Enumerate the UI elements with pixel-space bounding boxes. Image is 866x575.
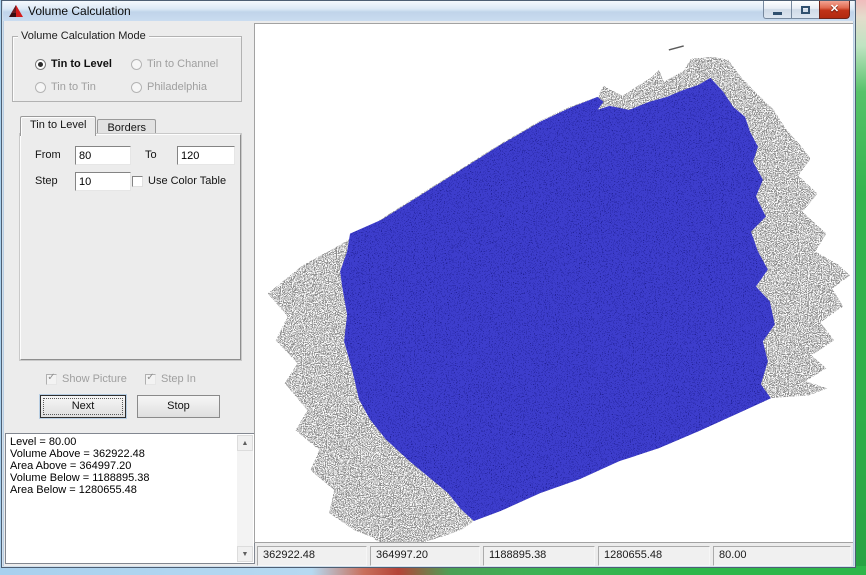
radio-philadelphia[interactable]: Philadelphia — [131, 81, 207, 93]
checkbox-icon: ✓ — [132, 175, 143, 187]
to-label: To — [145, 149, 157, 161]
radio-icon — [131, 58, 142, 70]
radio-label: Tin to Tin — [51, 81, 96, 93]
checkbox-icon: ✓ — [46, 372, 57, 385]
group-label: Volume Calculation Mode — [18, 30, 149, 42]
status-panel: 364997.20 — [370, 546, 480, 566]
client-area: Volume Calculation Mode Tin to Level Tin … — [4, 21, 853, 566]
status-bar: 362922.48 364997.20 1188895.38 1280655.48 80… — [255, 545, 853, 566]
result-line: Volume Below = 1188895.38 — [10, 472, 150, 484]
show-picture-label: Show Picture — [62, 373, 127, 385]
results-listbox[interactable]: Level = 80.00 Volume Above = 362922.48 Are… — [5, 433, 255, 564]
tab-strip: Tin to Level Borders — [20, 116, 157, 136]
results-lines: Level = 80.00 Volume Above = 362922.48 Are… — [6, 434, 237, 563]
next-button[interactable]: Next — [40, 395, 126, 418]
desktop-wallpaper-right — [856, 0, 866, 575]
volume-calculation-window: Volume Calculation ✕ Volume Calculation … — [1, 0, 856, 568]
result-line: Area Above = 364997.20 — [10, 460, 132, 472]
result-line: Area Below = 1280655.48 — [10, 484, 137, 496]
radio-tin-to-level[interactable]: Tin to Level — [35, 58, 112, 70]
to-input[interactable] — [177, 146, 235, 165]
status-panel: 1188895.38 — [483, 546, 595, 566]
step-label: Step — [35, 175, 58, 187]
status-panel: 1280655.48 — [598, 546, 710, 566]
status-panel: 362922.48 — [257, 546, 367, 566]
radio-tin-to-channel[interactable]: Tin to Channel — [131, 58, 218, 70]
scroll-down-icon[interactable]: ▼ — [237, 546, 253, 562]
minimize-icon — [773, 12, 782, 15]
result-line: Volume Above = 362922.48 — [10, 448, 145, 460]
stray-tin-edge — [668, 45, 684, 51]
step-in-checkbox[interactable]: ✓ Step In — [145, 373, 196, 385]
close-button[interactable]: ✕ — [819, 1, 850, 19]
maximize-button[interactable] — [791, 1, 820, 19]
tin-mesh-drawing — [267, 45, 851, 542]
radio-icon — [35, 58, 46, 70]
radio-label: Tin to Channel — [147, 58, 219, 70]
tab-tin-to-level[interactable]: Tin to Level — [20, 116, 97, 136]
titlebar[interactable]: Volume Calculation — [3, 1, 854, 21]
radio-label: Philadelphia — [147, 81, 207, 93]
from-input[interactable] — [75, 146, 131, 165]
radio-label: Tin to Level — [51, 58, 112, 70]
show-picture-checkbox[interactable]: ✓ Show Picture — [46, 373, 127, 385]
scroll-up-icon[interactable]: ▲ — [237, 435, 253, 451]
stop-button[interactable]: Stop — [137, 395, 220, 418]
step-in-label: Step In — [161, 373, 196, 385]
use-color-table-label: Use Color Table — [148, 175, 227, 187]
maximize-icon — [801, 5, 810, 14]
from-label: From — [35, 149, 61, 161]
step-input[interactable] — [75, 172, 131, 191]
checkbox-icon: ✓ — [145, 372, 156, 385]
minimize-button[interactable] — [763, 1, 792, 19]
close-icon: ✕ — [829, 3, 840, 15]
app-icon — [9, 4, 23, 17]
selection-region-mesh — [340, 77, 775, 522]
radio-icon — [131, 81, 142, 93]
tab-borders[interactable]: Borders — [97, 119, 156, 135]
volume-calculation-mode-group: Volume Calculation Mode Tin to Level Tin … — [12, 30, 242, 102]
radio-icon — [35, 81, 46, 93]
tab-panel-tin-to-level: From To Step ✓ Use Color Table — [20, 134, 241, 360]
results-scrollbar[interactable]: ▲ ▼ — [237, 435, 253, 562]
result-line: Level = 80.00 — [10, 436, 77, 448]
status-panel: 80.00 — [713, 546, 851, 566]
radio-tin-to-tin[interactable]: Tin to Tin — [35, 81, 96, 93]
use-color-table-checkbox[interactable]: ✓ Use Color Table — [132, 175, 226, 187]
tin-map-canvas[interactable] — [254, 23, 853, 543]
window-title: Volume Calculation — [28, 4, 131, 18]
